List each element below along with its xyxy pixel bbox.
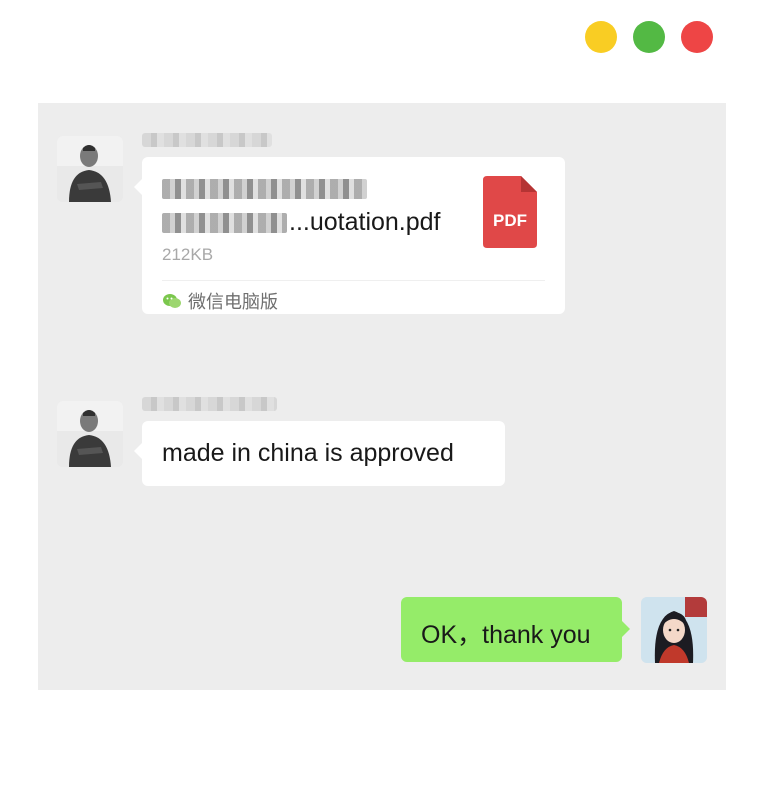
pdf-icon-label: PDF bbox=[493, 211, 527, 230]
file-source: 微信电脑版 bbox=[162, 288, 278, 314]
girl-avatar-icon bbox=[641, 597, 707, 663]
sender-name-blurred bbox=[142, 133, 272, 147]
file-source-label: 微信电脑版 bbox=[188, 292, 278, 312]
message-text: made in china is approved bbox=[162, 439, 454, 467]
file-message-bubble[interactable]: ...uotation.pdf 212KB PDF 微信电脑版 bbox=[134, 157, 565, 314]
close-button[interactable] bbox=[681, 21, 713, 53]
sender-avatar[interactable] bbox=[57, 401, 123, 467]
file-size: 212KB bbox=[162, 245, 214, 264]
wechat-logo-icon bbox=[163, 294, 181, 308]
file-name-suffix: ...uotation.pdf bbox=[289, 208, 441, 236]
file-divider bbox=[162, 280, 545, 281]
text-message-bubble[interactable]: made in china is approved bbox=[134, 421, 505, 486]
minimize-button[interactable] bbox=[585, 21, 617, 53]
pdf-file-icon: PDF bbox=[483, 176, 537, 248]
outgoing-message-bubble[interactable]: OK，thank you bbox=[401, 597, 630, 662]
file-name-line-1 bbox=[162, 179, 367, 199]
sender-avatar[interactable] bbox=[57, 136, 123, 202]
message-text: OK，thank you bbox=[421, 621, 591, 649]
my-avatar[interactable] bbox=[641, 597, 707, 663]
maximize-button[interactable] bbox=[633, 21, 665, 53]
sender-name-blurred bbox=[142, 397, 277, 411]
window-controls bbox=[585, 21, 713, 53]
chat-area[interactable]: ...uotation.pdf 212KB PDF 微信电脑版 made in … bbox=[38, 103, 726, 690]
person-avatar-icon bbox=[57, 401, 123, 467]
blurred-filename bbox=[162, 179, 367, 199]
file-name-line-2: ...uotation.pdf bbox=[162, 208, 441, 237]
blurred-filename bbox=[162, 212, 287, 233]
person-avatar-icon bbox=[57, 136, 123, 202]
chat-window: ...uotation.pdf 212KB PDF 微信电脑版 made in … bbox=[0, 0, 762, 797]
